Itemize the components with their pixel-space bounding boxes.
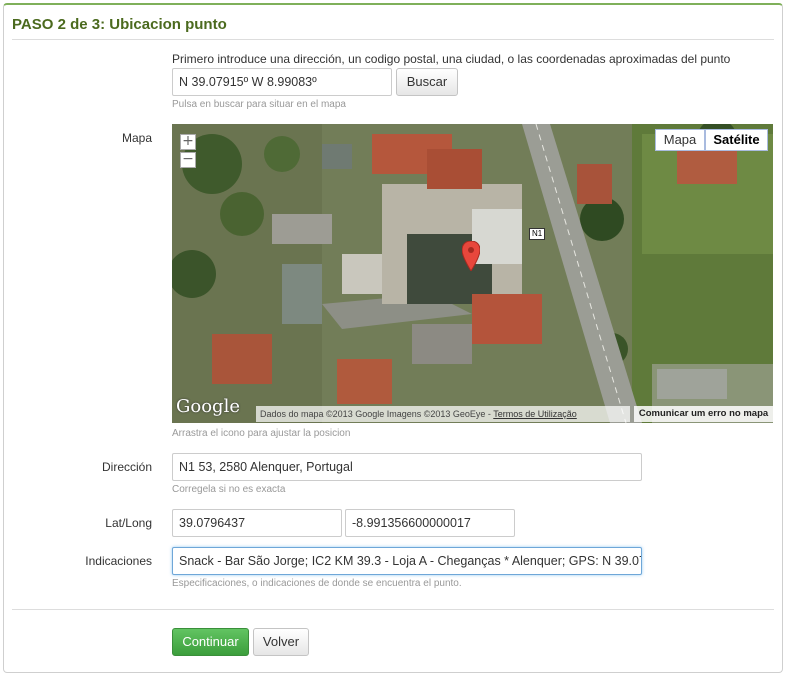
page-title: PASO 2 de 3: Ubicacion punto [12,16,227,33]
map-type-map-button[interactable]: Mapa [655,129,705,151]
longitude-input[interactable]: -8.991356600000017 [345,509,515,537]
map-label: Mapa [121,131,152,145]
zoom-in-button[interactable]: + [180,134,196,150]
search-button[interactable]: Buscar [396,68,458,96]
map-type-satellite-button[interactable]: Satélite [705,129,768,151]
search-intro: Primero introduce una dirección, un codi… [172,52,731,66]
directions-hint: Especificaciones, o indicaciones de dond… [172,578,462,589]
actions-divider [12,609,774,610]
continue-button[interactable]: Continuar [172,628,249,656]
map-attribution-text: Dados do mapa ©2013 Google Imagens ©2013… [260,409,494,419]
map-attribution: Dados do mapa ©2013 Google Imagens ©2013… [256,406,630,422]
directions-label: Indicaciones [85,554,152,568]
title-divider [12,39,774,40]
zoom-out-button[interactable]: − [180,152,196,168]
latlong-label: Lat/Long [105,516,152,530]
address-hint: Corregela si no es exacta [172,484,286,495]
report-map-error-link[interactable]: Comunicar um erro no mapa [634,406,773,422]
latitude-input[interactable]: 39.0796437 [172,509,342,537]
search-input[interactable]: N 39.07915º W 8.99083º [172,68,392,96]
map-hint: Arrastra el icono para ajustar la posici… [172,428,351,439]
map-pin-icon[interactable] [462,241,480,271]
satellite-map[interactable]: + − Mapa Satélite N1 Google Dados do map… [172,124,773,423]
google-logo: Google [176,396,240,417]
satellite-imagery [172,124,773,423]
directions-input[interactable]: Snack - Bar São Jorge; IC2 KM 39.3 - Loj… [172,547,642,575]
address-input[interactable]: N1 53, 2580 Alenquer, Portugal [172,453,642,481]
terms-link[interactable]: Termos de Utilização [493,409,577,419]
back-button[interactable]: Volver [253,628,309,656]
road-label-n1: N1 [529,228,546,240]
search-hint: Pulsa en buscar para situar en el mapa [172,99,346,110]
address-label: Dirección [101,460,152,474]
